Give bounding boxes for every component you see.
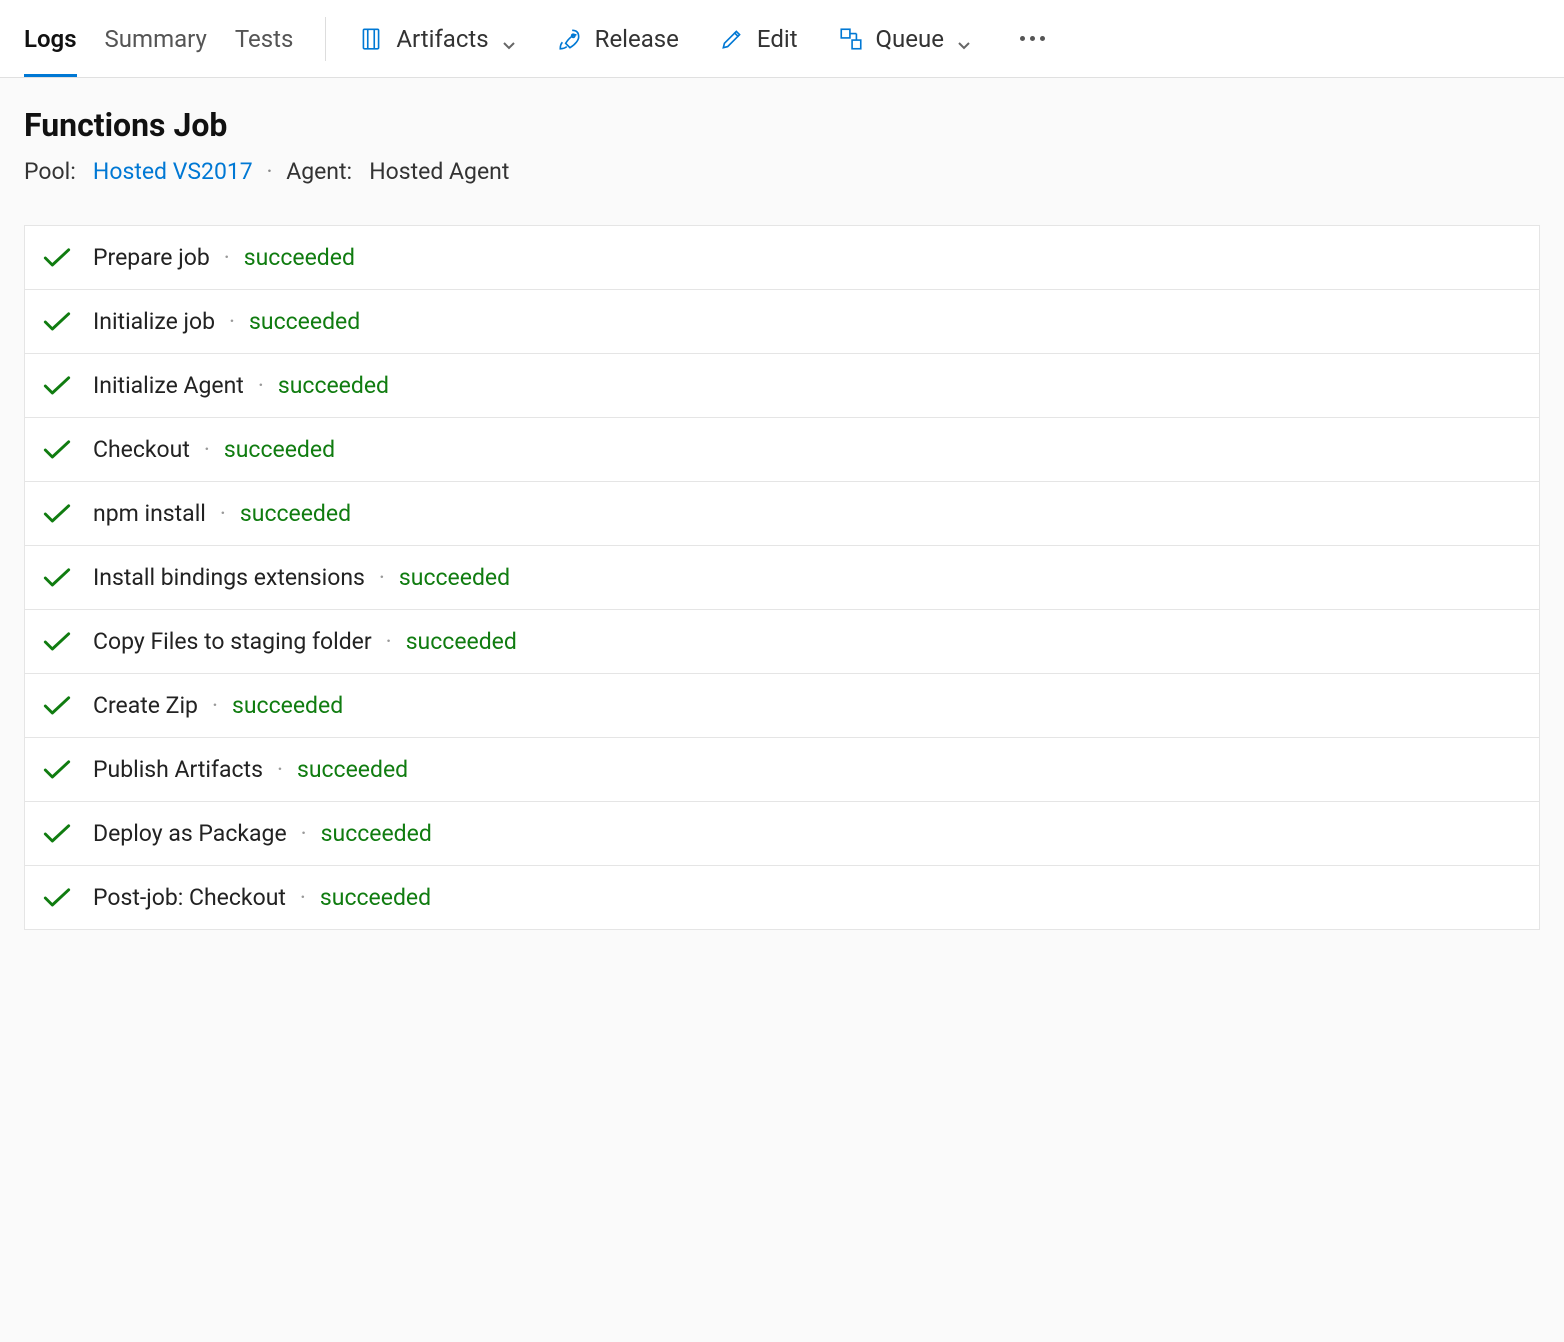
checkmark-icon xyxy=(41,758,73,782)
step-separator: · xyxy=(379,564,385,591)
chevron-down-icon xyxy=(501,31,517,47)
tab-tests[interactable]: Tests xyxy=(235,0,294,77)
step-name: Checkout xyxy=(93,436,190,463)
step-separator: · xyxy=(224,244,230,271)
step-row[interactable]: Publish Artifacts · succeeded xyxy=(25,738,1539,802)
release-button[interactable]: Release xyxy=(557,25,679,53)
more-menu-button[interactable] xyxy=(1012,28,1053,49)
step-status: succeeded xyxy=(232,692,343,719)
step-name: Install bindings extensions xyxy=(93,564,365,591)
step-status: succeeded xyxy=(399,564,510,591)
step-status: succeeded xyxy=(244,244,355,271)
step-status: succeeded xyxy=(224,436,335,463)
tab-summary[interactable]: Summary xyxy=(105,0,207,77)
actions-group: Artifacts Release Edit Queue xyxy=(358,25,1053,53)
agent-label: Agent: xyxy=(286,158,352,185)
step-name: Prepare job xyxy=(93,244,210,271)
checkmark-icon xyxy=(41,310,73,334)
tab-label: Summary xyxy=(105,25,207,53)
step-row[interactable]: Install bindings extensions · succeeded xyxy=(25,546,1539,610)
step-row[interactable]: Copy Files to staging folder · succeeded xyxy=(25,610,1539,674)
step-row[interactable]: Create Zip · succeeded xyxy=(25,674,1539,738)
step-row[interactable]: npm install · succeeded xyxy=(25,482,1539,546)
checkmark-icon xyxy=(41,374,73,398)
step-row[interactable]: Prepare job · succeeded xyxy=(25,226,1539,290)
step-row[interactable]: Initialize Agent · succeeded xyxy=(25,354,1539,418)
step-separator: · xyxy=(258,372,264,399)
pencil-icon xyxy=(719,26,745,52)
checkmark-icon xyxy=(41,502,73,526)
step-separator: · xyxy=(229,308,235,335)
queue-label: Queue xyxy=(876,25,944,53)
step-separator: · xyxy=(212,692,218,719)
tab-label: Logs xyxy=(24,25,77,53)
step-separator: · xyxy=(301,820,307,847)
step-status: succeeded xyxy=(297,756,408,783)
step-separator: · xyxy=(220,500,226,527)
step-separator: · xyxy=(386,628,392,655)
job-meta: Pool: Hosted VS2017 · Agent: Hosted Agen… xyxy=(24,158,1540,185)
edit-button[interactable]: Edit xyxy=(719,25,798,53)
step-status: succeeded xyxy=(321,820,432,847)
step-row[interactable]: Post-job: Checkout · succeeded xyxy=(25,866,1539,929)
step-separator: · xyxy=(204,436,210,463)
chevron-down-icon xyxy=(956,31,972,47)
step-name: npm install xyxy=(93,500,206,527)
step-name: Post-job: Checkout xyxy=(93,884,286,911)
step-name: Initialize Agent xyxy=(93,372,244,399)
checkmark-icon xyxy=(41,438,73,462)
checkmark-icon xyxy=(41,694,73,718)
queue-icon xyxy=(838,26,864,52)
step-row[interactable]: Initialize job · succeeded xyxy=(25,290,1539,354)
step-name: Initialize job xyxy=(93,308,215,335)
step-row[interactable]: Checkout · succeeded xyxy=(25,418,1539,482)
pool-link[interactable]: Hosted VS2017 xyxy=(93,158,253,185)
tabs-group: Logs Summary Tests xyxy=(24,0,293,77)
tab-label: Tests xyxy=(235,25,294,53)
step-status: succeeded xyxy=(320,884,431,911)
step-status: succeeded xyxy=(278,372,389,399)
artifacts-button[interactable]: Artifacts xyxy=(358,25,516,53)
header-bar: Logs Summary Tests Artifacts Release Edi… xyxy=(0,0,1564,78)
step-status: succeeded xyxy=(249,308,360,335)
vertical-divider xyxy=(325,17,326,61)
checkmark-icon xyxy=(41,886,73,910)
step-separator: · xyxy=(300,884,306,911)
job-title: Functions Job xyxy=(24,106,1540,144)
edit-label: Edit xyxy=(757,25,798,53)
tab-logs[interactable]: Logs xyxy=(24,0,77,77)
checkmark-icon xyxy=(41,630,73,654)
content-area: Functions Job Pool: Hosted VS2017 · Agen… xyxy=(0,78,1564,958)
step-separator: · xyxy=(277,756,283,783)
queue-button[interactable]: Queue xyxy=(838,25,972,53)
artifacts-label: Artifacts xyxy=(396,25,488,53)
step-name: Publish Artifacts xyxy=(93,756,263,783)
step-name: Copy Files to staging folder xyxy=(93,628,372,655)
step-name: Deploy as Package xyxy=(93,820,287,847)
step-status: succeeded xyxy=(240,500,351,527)
checkmark-icon xyxy=(41,566,73,590)
step-status: succeeded xyxy=(406,628,517,655)
step-row[interactable]: Deploy as Package · succeeded xyxy=(25,802,1539,866)
checkmark-icon xyxy=(41,246,73,270)
steps-list: Prepare job · succeeded Initialize job · succ… xyxy=(24,225,1540,930)
pool-label: Pool: xyxy=(24,158,76,185)
checkmark-icon xyxy=(41,822,73,846)
meta-separator: · xyxy=(266,158,272,185)
agent-name: Hosted Agent xyxy=(369,158,509,185)
release-label: Release xyxy=(595,25,679,53)
rocket-icon xyxy=(557,26,583,52)
artifacts-icon xyxy=(358,26,384,52)
step-name: Create Zip xyxy=(93,692,198,719)
